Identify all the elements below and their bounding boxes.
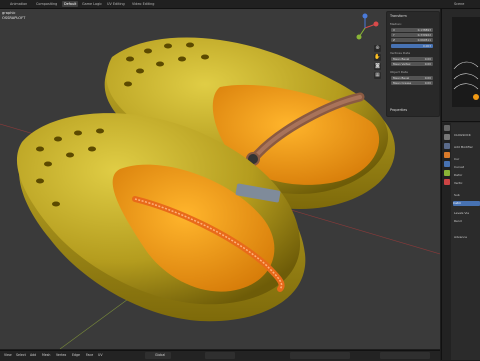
right-editors: CLOGSOCK Add Modifier Cur Curvat Defor V… (441, 9, 480, 360)
modifier-label: Cur (454, 157, 460, 161)
tab-default[interactable]: Default (62, 1, 79, 7)
field-label: Mean Bevel (393, 76, 410, 80)
axis-label: Z (393, 38, 395, 42)
vertex-data-label: Vertices Data (390, 51, 411, 55)
object-data-label: Object Data (390, 70, 408, 74)
median-z-field[interactable]: Z 0.060511 (391, 38, 433, 42)
render-icon[interactable] (444, 134, 450, 140)
scene-selector[interactable]: Scene (452, 1, 466, 7)
material-icon[interactable] (444, 179, 450, 185)
viewport-shading-buttons[interactable] (380, 352, 430, 359)
add-modifier-button[interactable]: Add Modifier (454, 145, 473, 149)
tab-uv-editing[interactable]: UV Editing (105, 1, 127, 7)
field-value: 0.00 (424, 76, 431, 80)
workspace-topbar: Animation Compositing Default Game Logic… (0, 0, 480, 9)
menu-uv[interactable]: UV (98, 353, 103, 357)
field-label: Mean Bevel (393, 57, 410, 61)
subdiv-label: Sub (454, 193, 460, 197)
field-value: 0.00 (424, 81, 431, 85)
camera-icon[interactable]: ◙ (374, 63, 381, 70)
outliner-thumb (452, 17, 480, 107)
modifier-label: Defor (454, 173, 463, 177)
median-label: Median: (390, 22, 402, 26)
menu-add[interactable]: Add (30, 353, 36, 357)
viewport-info-line: OSSRAPLOFT (2, 16, 26, 20)
mean-vertex-field[interactable]: Mean Vertex 0.00 (391, 62, 433, 66)
mean-bevel-field[interactable]: Mean Bevel 0.00 (391, 57, 433, 61)
output-icon[interactable] (444, 143, 450, 149)
axis-label: Y (393, 33, 395, 37)
render-label: Rend (454, 219, 462, 223)
tool-icon[interactable] (444, 125, 450, 131)
zoom-icon[interactable]: ⊕ (374, 45, 381, 52)
levels-viewport-label: Levels Vie (454, 211, 470, 215)
snap-tools[interactable] (205, 352, 235, 359)
properties-tabs (442, 123, 451, 360)
axis-value: 0.138893 (417, 28, 431, 32)
advanced-label[interactable]: Advance (454, 235, 467, 239)
menu-mesh[interactable]: Mesh (42, 353, 50, 357)
outliner[interactable] (442, 9, 480, 122)
mesh-data-icon[interactable] (444, 170, 450, 176)
global-toggle[interactable]: 0.003 (391, 44, 433, 48)
axis-label: X (393, 28, 395, 32)
modifier-label: Curvat (454, 165, 465, 169)
tab-video-editing[interactable]: Video Editing (130, 1, 156, 7)
median-y-field[interactable]: Y 0.330922 (391, 33, 433, 37)
navigation-gizmo[interactable] (350, 13, 380, 43)
modifier-wrench-icon[interactable] (444, 161, 450, 167)
transform-header[interactable]: Transform (390, 14, 407, 19)
menu-edge[interactable]: Edge (72, 353, 80, 357)
global-value: 0.003 (422, 44, 431, 48)
viewport-info: graphic OSSRAPLOFT (2, 11, 25, 21)
3d-viewport[interactable]: graphic OSSRAPLOFT ⊕ ✋ ◙ ▦ Transform Med… (0, 9, 440, 349)
tab-compositing[interactable]: Compositing (34, 1, 59, 7)
sidebar-n-panel: Transform Median: X 0.138893 Y 0.330922 Z 0… (386, 11, 440, 117)
viewport-header: View Select Add Mesh Vertex Edge Face UV… (0, 350, 440, 361)
object-name[interactable]: CLOGSOCK (454, 133, 471, 137)
tab-game-logic[interactable]: Game Logic (80, 1, 104, 7)
properties-editor: CLOGSOCK Add Modifier Cur Curvat Defor V… (442, 123, 480, 360)
axis-value: 0.060511 (417, 38, 431, 42)
field-label: Mean Vertex (393, 62, 411, 66)
transform-orientation-label: Global (155, 353, 166, 357)
menu-view[interactable]: View (4, 353, 12, 357)
mean-crease-field[interactable]: Mean Crease 0.00 (391, 81, 433, 85)
median-x-field[interactable]: X 0.138893 (391, 28, 433, 32)
object-icon[interactable] (444, 152, 450, 158)
menu-select[interactable]: Select (16, 353, 26, 357)
viewport-nav-tools: ⊕ ✋ ◙ ▦ (374, 45, 382, 81)
menu-face[interactable]: Face (86, 353, 93, 357)
pan-hand-icon[interactable]: ✋ (374, 54, 381, 61)
catmull-clark-button[interactable]: Catm (453, 201, 480, 206)
properties-header[interactable]: Properties (390, 108, 407, 113)
field-label: Mean Crease (393, 81, 412, 85)
modifier-label: Vertic (454, 181, 463, 185)
field-value: 0.00 (424, 62, 431, 66)
overlay-shading-tools[interactable] (290, 352, 350, 359)
field-value: 0.00 (424, 57, 431, 61)
grid-icon[interactable]: ▦ (374, 72, 381, 79)
mean-bevel-weight-field[interactable]: Mean Bevel 0.00 (391, 76, 433, 80)
tab-animation[interactable]: Animation (8, 1, 29, 7)
menu-vertex[interactable]: Vertex (56, 353, 66, 357)
axis-value: 0.330922 (417, 33, 431, 37)
